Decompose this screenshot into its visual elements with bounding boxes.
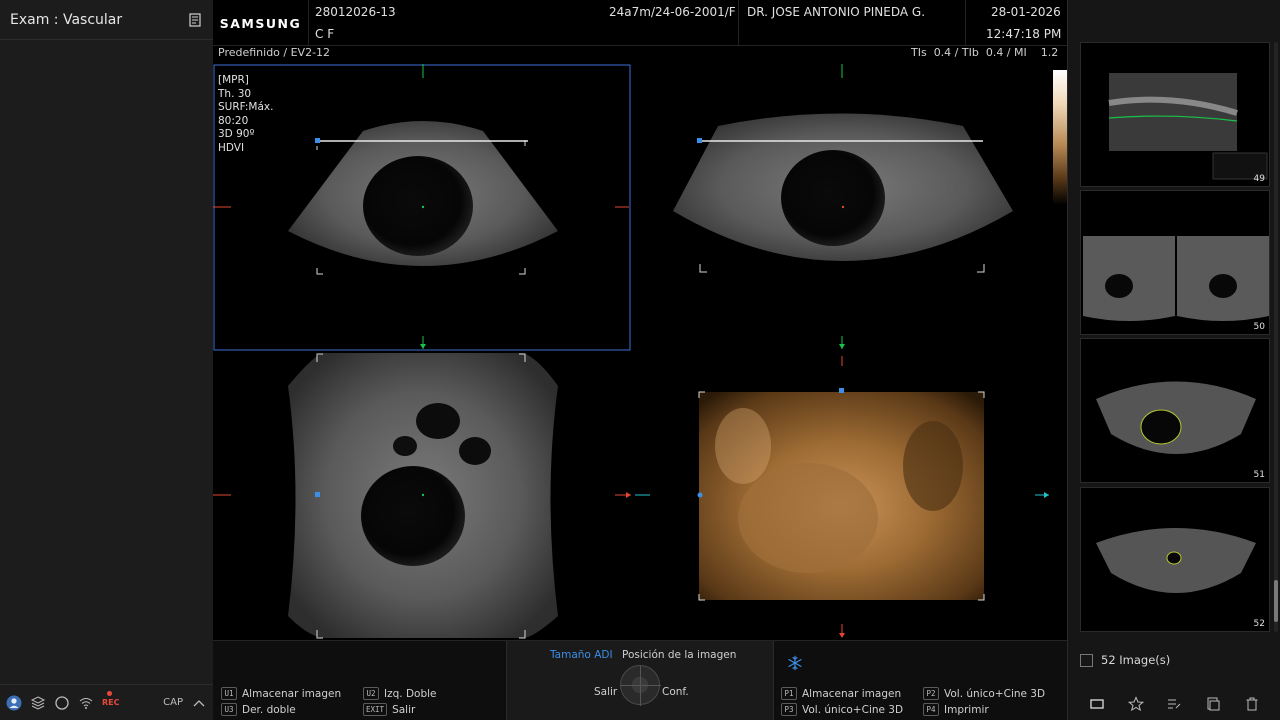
thumbnail-number: 52 (1253, 619, 1265, 629)
param-line: SURF:Máx. (218, 101, 274, 113)
softkey-label: Izq. Doble (384, 687, 437, 700)
exam-time: 12:47:18 PM (986, 27, 1062, 41)
thumbnail-number: 49 (1253, 174, 1265, 184)
thumbnail[interactable]: 52 (1080, 487, 1270, 632)
mpr-views[interactable] (213, 46, 1067, 640)
param-line: Th. 30 (218, 87, 252, 100)
trash-icon[interactable] (1244, 696, 1260, 712)
thumbnail[interactable]: 51 (1080, 338, 1270, 483)
export-icon[interactable] (1205, 696, 1221, 712)
trackball-panel: Tamaño ADI Posición de la imagen Salir C… (506, 641, 774, 720)
softkey-p4[interactable]: P4 Imprimir (923, 703, 989, 716)
key-label: P3 (781, 703, 797, 716)
key-label: P2 (923, 687, 939, 700)
param-line: 80:20 (218, 114, 249, 127)
softkey-label: Almacenar imagen (242, 687, 342, 700)
softkey-label: Vol. único+Cine 3D (944, 687, 1046, 700)
trackball-confirm[interactable]: Conf. (662, 686, 689, 698)
view-b-image (673, 113, 1013, 273)
image-count-label: 52 Image(s) (1101, 653, 1171, 667)
image-count[interactable]: 52 Image(s) (1080, 653, 1170, 667)
trackball-dial-icon[interactable] (620, 665, 661, 706)
key-label: EXIT (363, 703, 388, 716)
softkey-u1[interactable]: U1 Almacenar imagen (221, 687, 341, 700)
list-edit-icon[interactable] (1166, 696, 1182, 712)
key-label: P4 (923, 703, 939, 716)
thumbnail[interactable]: 50 (1080, 190, 1270, 335)
thumbnail-scrollbar[interactable] (1274, 42, 1278, 632)
patient-id: 28012026-13 (315, 5, 396, 19)
star-icon[interactable] (1127, 696, 1144, 712)
brand-logo: SAMSUNG (213, 0, 309, 46)
softkey-label: Der. doble (242, 703, 296, 716)
softkey-exit[interactable]: EXIT Salir (363, 703, 415, 716)
trackball-exit[interactable]: Salir (594, 686, 617, 698)
softkey-label: Almacenar imagen (802, 687, 902, 700)
physician: DR. JOSE ANTONIO PINEDA G. (747, 5, 926, 19)
mpr-parameters: [MPR] Th. 30 SURF:Máx. 80:20 3D 90º HDVI (218, 74, 273, 155)
view-c-image (288, 353, 558, 639)
wifi-icon[interactable] (78, 695, 94, 711)
key-label: U1 (221, 687, 237, 700)
layers-icon[interactable] (30, 695, 46, 711)
patient-header: SAMSUNG 28012026-13 C F 24a7m/24-06-2001… (213, 0, 1067, 46)
softkey-u3[interactable]: U3 Der. doble (221, 703, 296, 716)
view-a-image (288, 121, 558, 275)
tab-posicion-imagen[interactable]: Posición de la imagen (622, 649, 736, 661)
softkey-label: Vol. único+Cine 3D (802, 703, 904, 716)
institution: C F (315, 27, 335, 41)
key-label: U2 (363, 687, 379, 700)
softkey-bar: U1 Almacenar imagen U2 Izq. Doble U3 Der… (213, 640, 1067, 720)
report-icon[interactable] (187, 12, 203, 28)
softkey-p3[interactable]: P3 Vol. único+Cine 3D (781, 703, 903, 716)
imaging-area[interactable]: Predefinido / EV2-12 TIs 0.4 / TIb 0.4 /… (213, 46, 1067, 640)
freeze-snowflake-icon[interactable] (785, 653, 805, 673)
exam-date: 28-01-2026 (991, 5, 1061, 19)
view-d-3d-render (697, 388, 985, 601)
key-label: P1 (781, 687, 797, 700)
softkey-label: Imprimir (944, 703, 989, 716)
thumbnail-toolbar (1068, 688, 1280, 720)
circle-icon[interactable] (54, 695, 70, 711)
thumbnail[interactable]: 49 (1080, 42, 1270, 187)
softkey-u2[interactable]: U2 Izq. Doble (363, 687, 437, 700)
softkey-p1[interactable]: P1 Almacenar imagen (781, 687, 901, 700)
select-all-checkbox[interactable] (1080, 653, 1093, 667)
thumbnail-panel: 49 50 51 52 52 Image(s) (1067, 0, 1280, 720)
exam-header: Exam : Vascular (0, 0, 213, 40)
key-label: U3 (221, 703, 237, 716)
tab-tamano-adi[interactable]: Tamaño ADI (550, 649, 613, 661)
param-line: [MPR] (218, 74, 249, 86)
cap-indicator[interactable]: CAP (163, 697, 183, 708)
softkey-label: Salir (392, 703, 416, 716)
rec-indicator[interactable]: REC (102, 691, 120, 707)
view-single-icon[interactable] (1089, 696, 1105, 712)
gray-color-map (1053, 70, 1067, 205)
exam-title: Exam : Vascular (10, 11, 123, 28)
param-line: 3D 90º (218, 128, 255, 140)
param-line: HDVI (218, 141, 245, 154)
chevron-up-icon[interactable] (191, 695, 207, 711)
status-bar: REC CAP (0, 684, 213, 720)
thumbnail-number: 50 (1253, 322, 1265, 332)
softkey-p2[interactable]: P2 Vol. único+Cine 3D (923, 687, 1045, 700)
patient-info: 24a7m/24-06-2001/F (609, 5, 736, 19)
user-icon[interactable] (6, 695, 22, 711)
thumbnail-number: 51 (1253, 470, 1265, 480)
left-panel: Exam : Vascular REC CAP (0, 0, 213, 720)
